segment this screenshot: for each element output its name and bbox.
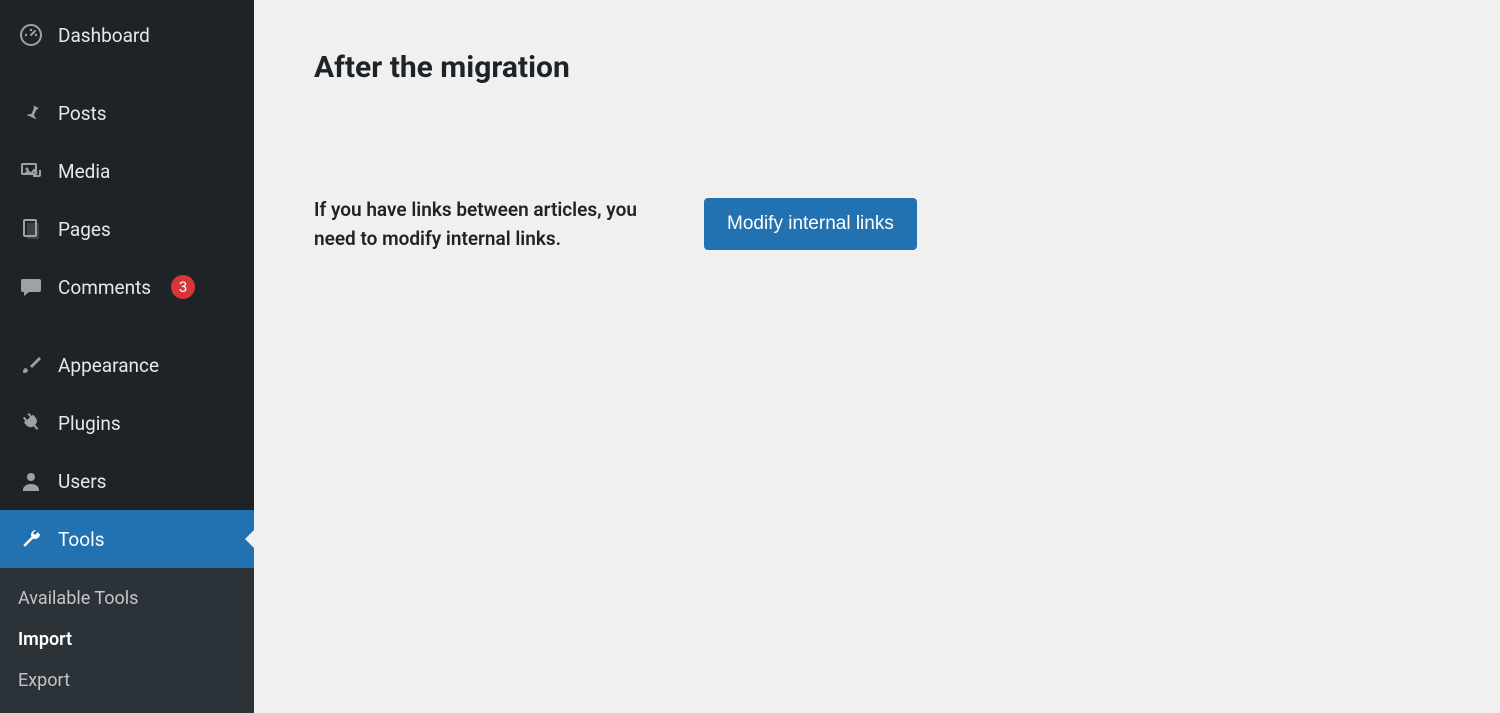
migration-description: If you have links between articles, you …	[314, 195, 644, 254]
sidebar-item-label: Appearance	[58, 354, 159, 377]
sidebar-item-plugins[interactable]: Plugins	[0, 394, 254, 452]
admin-sidebar: Dashboard Posts Media Pages Commen	[0, 0, 254, 713]
submenu-item-import[interactable]: Import	[0, 619, 254, 660]
modify-internal-links-button[interactable]: Modify internal links	[704, 198, 917, 250]
sidebar-item-label: Tools	[58, 528, 105, 551]
sidebar-item-appearance[interactable]: Appearance	[0, 336, 254, 394]
plug-icon	[18, 410, 44, 436]
sidebar-item-comments[interactable]: Comments 3	[0, 258, 254, 316]
wrench-icon	[18, 526, 44, 552]
brush-icon	[18, 352, 44, 378]
sidebar-item-label: Dashboard	[58, 24, 150, 47]
migration-row: If you have links between articles, you …	[314, 195, 1440, 254]
sidebar-item-posts[interactable]: Posts	[0, 84, 254, 142]
user-icon	[18, 468, 44, 494]
main-content: After the migration If you have links be…	[254, 0, 1500, 713]
sidebar-item-label: Media	[58, 160, 110, 183]
sidebar-item-label: Plugins	[58, 412, 121, 435]
pages-icon	[18, 216, 44, 242]
submenu-item-label: Export	[18, 670, 70, 691]
submenu-item-available-tools[interactable]: Available Tools	[0, 578, 254, 619]
comment-icon	[18, 274, 44, 300]
sidebar-item-label: Comments	[58, 276, 151, 299]
sidebar-item-pages[interactable]: Pages	[0, 200, 254, 258]
page-title: After the migration	[314, 50, 1440, 85]
sidebar-item-media[interactable]: Media	[0, 142, 254, 200]
sidebar-item-label: Users	[58, 470, 106, 493]
submenu-item-label: Import	[18, 629, 72, 650]
comments-count-badge: 3	[171, 275, 195, 299]
submenu-item-export[interactable]: Export	[0, 660, 254, 701]
submenu-item-label: Available Tools	[18, 588, 138, 609]
pin-icon	[18, 100, 44, 126]
dashboard-icon	[18, 22, 44, 48]
media-icon	[18, 158, 44, 184]
sidebar-item-dashboard[interactable]: Dashboard	[0, 6, 254, 64]
sidebar-item-label: Pages	[58, 218, 111, 241]
sidebar-item-tools[interactable]: Tools	[0, 510, 254, 568]
tools-submenu: Available Tools Import Export	[0, 568, 254, 713]
sidebar-item-users[interactable]: Users	[0, 452, 254, 510]
sidebar-item-label: Posts	[58, 102, 107, 125]
